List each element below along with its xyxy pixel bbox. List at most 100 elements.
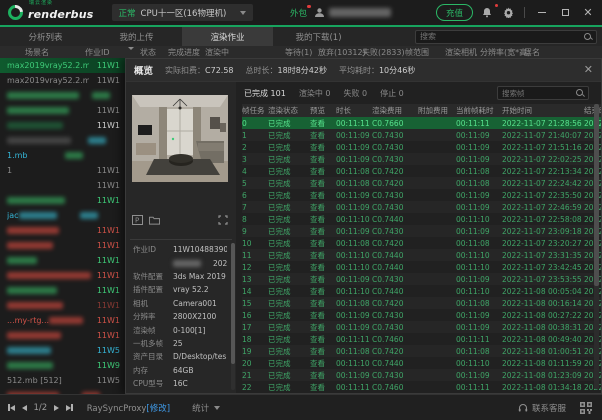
- frame-view-link[interactable]: 查看: [310, 130, 336, 141]
- user-account[interactable]: [314, 7, 391, 18]
- frame-view-link[interactable]: 查看: [310, 250, 336, 261]
- job-list-row[interactable]: 11W1: [0, 118, 125, 133]
- panel-close-icon[interactable]: ✕: [584, 63, 593, 76]
- frame-row[interactable]: 12 已完成 查看 00:11:10 C0.7440 00:11:10 2022…: [242, 261, 601, 273]
- frame-row[interactable]: 11 已完成 查看 00:11:10 C0.7440 00:11:10 2022…: [242, 249, 601, 261]
- job-list-row[interactable]: 11W1: [0, 328, 125, 343]
- frame-row[interactable]: 22 已完成 查看 00:11:11 C0.7460 00:11:11 2022…: [242, 381, 601, 393]
- fullscreen-expand-icon[interactable]: [218, 215, 228, 225]
- photo-frame-icon[interactable]: P: [132, 215, 143, 225]
- frame-filter[interactable]: 停止 0: [380, 88, 404, 99]
- frame-view-link[interactable]: 查看: [310, 202, 336, 213]
- job-list-row[interactable]: 11W9: [0, 358, 125, 373]
- frame-row[interactable]: 21 已完成 查看 00:11:09 C0.7430 00:11:09 2022…: [242, 369, 601, 381]
- frame-row[interactable]: 6 已完成 查看 00:11:09 C0.7430 00:11:09 2022-…: [242, 189, 601, 201]
- prev-page-button[interactable]: [22, 405, 27, 411]
- frame-filter[interactable]: 已完成 101: [244, 88, 286, 99]
- frame-view-link[interactable]: 查看: [310, 190, 336, 201]
- render-preview-thumbnail[interactable]: [132, 95, 228, 182]
- frame-view-link[interactable]: 查看: [310, 322, 336, 333]
- settings-gear-icon[interactable]: [501, 6, 515, 20]
- job-list-row[interactable]: 1.mb: [0, 148, 125, 163]
- job-list-row[interactable]: 11W1: [0, 238, 125, 253]
- frame-view-link[interactable]: 查看: [310, 238, 336, 249]
- job-list-row[interactable]: ...my-rtg... 11W1: [0, 313, 125, 328]
- qr-code-icon[interactable]: [580, 402, 592, 414]
- outsource-link[interactable]: 外包: [290, 7, 307, 19]
- render-zone-select[interactable]: 正常 CPU十一区(16物理机): [112, 4, 254, 21]
- frame-row[interactable]: 10 已完成 查看 00:11:08 C0.7420 00:11:08 2022…: [242, 237, 601, 249]
- frame-row[interactable]: 2 已完成 查看 00:11:09 C0.7430 00:11:09 2022-…: [242, 141, 601, 153]
- frame-row[interactable]: 18 已完成 查看 00:11:11 C0.7460 00:11:11 2022…: [242, 333, 601, 345]
- job-list-row[interactable]: jac: [0, 208, 125, 223]
- job-list-row[interactable]: 11W5: [0, 343, 125, 358]
- job-list-row[interactable]: 11W1: [0, 193, 125, 208]
- job-list-row[interactable]: 11W1: [0, 268, 125, 283]
- frame-filter[interactable]: 渲染中 0: [299, 88, 331, 99]
- frame-row[interactable]: 13 已完成 查看 00:11:09 C0.7430 00:11:09 2022…: [242, 273, 601, 285]
- frame-row[interactable]: 20 已完成 查看 00:11:10 C0.7440 00:11:10 2022…: [242, 357, 601, 369]
- modify-transfer-link[interactable]: [修改]: [146, 404, 170, 414]
- frame-view-link[interactable]: 查看: [310, 346, 336, 357]
- frame-view-link[interactable]: 查看: [310, 166, 336, 177]
- frame-view-link[interactable]: 查看: [310, 286, 336, 297]
- job-list-row[interactable]: 512.mb [512] 11W5: [0, 373, 125, 388]
- recharge-button[interactable]: 充值: [436, 4, 473, 21]
- notifications-bell-icon[interactable]: [480, 6, 494, 20]
- folder-icon[interactable]: [149, 215, 160, 225]
- frame-view-link[interactable]: 查看: [310, 118, 336, 129]
- frame-row[interactable]: 7 已完成 查看 00:11:09 C0.7430 00:11:09 2022-…: [242, 201, 601, 213]
- window-maximize-button[interactable]: [557, 5, 573, 21]
- last-page-button[interactable]: [66, 404, 73, 411]
- job-list-row[interactable]: 11W1: [0, 298, 125, 313]
- job-search-box[interactable]: [415, 30, 597, 44]
- job-list-row[interactable]: max2019vray52.2.max-Cam... 11W1: [0, 58, 125, 73]
- frame-row[interactable]: 16 已完成 查看 00:11:09 C0.7430 00:11:09 2022…: [242, 309, 601, 321]
- frame-view-link[interactable]: 查看: [310, 154, 336, 165]
- frame-view-link[interactable]: 查看: [310, 310, 336, 321]
- job-search-input[interactable]: [416, 32, 584, 41]
- job-list-row[interactable]: 1 11W1: [0, 163, 125, 178]
- frame-view-link[interactable]: 查看: [310, 262, 336, 273]
- frame-view-link[interactable]: 查看: [310, 274, 336, 285]
- job-list-row[interactable]: 11W1: [0, 223, 125, 238]
- tab-item[interactable]: 我的下载(1): [273, 27, 364, 46]
- frame-view-link[interactable]: 查看: [310, 334, 336, 345]
- next-page-button[interactable]: [54, 405, 59, 411]
- job-id-sort-caret-icon[interactable]: [128, 47, 134, 50]
- frame-view-link[interactable]: 查看: [310, 370, 336, 381]
- job-list-row[interactable]: [0, 88, 125, 103]
- frame-view-link[interactable]: 查看: [310, 178, 336, 189]
- frames-scrollbar-thumb[interactable]: [594, 104, 599, 286]
- frame-row[interactable]: 9 已完成 查看 00:11:09 C0.7430 00:11:09 2022-…: [242, 225, 601, 237]
- job-list-row[interactable]: 11W1: [0, 178, 125, 193]
- tab-item[interactable]: 分析列表: [0, 27, 91, 46]
- tab-item[interactable]: 渲染作业: [182, 27, 273, 46]
- tab-item[interactable]: 我的上传: [91, 27, 182, 46]
- frame-view-link[interactable]: 查看: [310, 214, 336, 225]
- frame-row[interactable]: 19 已完成 查看 00:11:08 C0.7420 00:11:08 2022…: [242, 345, 601, 357]
- frame-view-link[interactable]: 查看: [310, 358, 336, 369]
- frame-row[interactable]: 0 已完成 查看 00:11:11 C0.7660 00:11:11 2022-…: [242, 117, 601, 129]
- window-minimize-button[interactable]: [534, 5, 550, 21]
- job-list-row[interactable]: 11W1: [0, 103, 125, 118]
- frame-row[interactable]: 14 已完成 查看 00:11:10 C0.7440 00:11:10 2022…: [242, 285, 601, 297]
- frame-filter[interactable]: 失败 0: [343, 88, 367, 99]
- frame-search-input[interactable]: [498, 89, 576, 98]
- frame-row[interactable]: 4 已完成 查看 00:11:08 C0.7420 00:11:08 2022-…: [242, 165, 601, 177]
- frame-view-link[interactable]: 查看: [310, 298, 336, 309]
- frame-row[interactable]: 1 已完成 查看 00:11:09 C0.7430 00:11:09 2022-…: [242, 129, 601, 141]
- frame-row[interactable]: 15 已完成 查看 00:11:08 C0.7420 00:11:08 2022…: [242, 297, 601, 309]
- tab-overview[interactable]: 概览: [134, 63, 153, 77]
- frame-search-box[interactable]: [497, 86, 589, 100]
- first-page-button[interactable]: [8, 404, 15, 411]
- frame-view-link[interactable]: 查看: [310, 226, 336, 237]
- frame-view-link[interactable]: 查看: [310, 382, 336, 393]
- frame-row[interactable]: 8 已完成 查看 00:11:10 C0.7440 00:11:10 2022-…: [242, 213, 601, 225]
- job-list-row[interactable]: 11W1: [0, 283, 125, 298]
- frame-row[interactable]: 17 已完成 查看 00:11:09 C0.7430 00:11:09 2022…: [242, 321, 601, 333]
- frame-view-link[interactable]: 查看: [310, 142, 336, 153]
- window-close-button[interactable]: ✕: [580, 5, 596, 21]
- frame-row[interactable]: 3 已完成 查看 00:11:09 C0.7430 00:11:09 2022-…: [242, 153, 601, 165]
- job-list-row[interactable]: 11W1: [0, 253, 125, 268]
